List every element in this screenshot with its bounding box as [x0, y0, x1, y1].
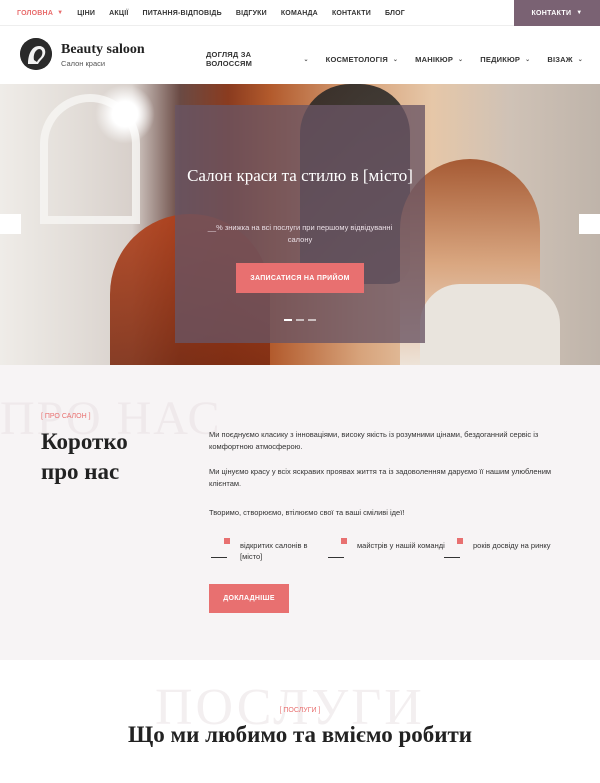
main-nav-item-makeup[interactable]: ВІЗАЖ ⌄ — [547, 50, 583, 68]
hero-title: Салон краси та стилю в [місто] — [187, 166, 413, 185]
stat-value-placeholder — [328, 557, 344, 558]
main-nav-item-hair-care[interactable]: ДОГЛЯД ЗА ВОЛОССЯМ ⌄ — [206, 50, 309, 68]
stat-marker — [341, 538, 347, 544]
services-section: ПОСЛУГИ [ ПОСЛУГИ ] Що ми любимо та вміє… — [0, 660, 600, 783]
top-nav-item-home[interactable]: ГОЛОВНА ▼ — [17, 10, 63, 17]
chevron-down-icon: ⌄ — [458, 56, 464, 63]
stat-label: років досвіду на ринку — [473, 541, 551, 550]
top-nav-item-team[interactable]: КОМАНДА — [281, 10, 318, 17]
services-heading: Що ми любимо та вміємо робити — [127, 722, 473, 747]
main-nav-label: ДОГЛЯД ЗА ВОЛОССЯМ — [206, 50, 253, 68]
main-nav-label: МАНІКЮР — [415, 54, 454, 64]
stat-label: відкритих салонів в [місто] — [240, 541, 308, 561]
hero-slider: Салон краси та стилю в [місто] __% знижк… — [0, 84, 600, 365]
top-nav-item-blog[interactable]: БЛОГ — [385, 10, 405, 17]
about-heading-line: Коротко — [41, 429, 128, 454]
main-nav: ДОГЛЯД ЗА ВОЛОССЯМ ⌄ КОСМЕТОЛОГІЯ ⌄ МАНІКЮ… — [206, 50, 600, 68]
about-paragraph: Творимо, створюємо, втілюємо свої та ваш… — [209, 508, 405, 517]
top-nav-item-faq[interactable]: ПИТАННЯ-ВІДПОВІДЬ — [143, 10, 222, 17]
contacts-button-label: КОНТАКТИ — [531, 9, 572, 17]
chevron-down-icon: ⌄ — [577, 56, 583, 63]
top-nav-label: ГОЛОВНА — [17, 9, 54, 17]
top-nav-label: КОНТАКТИ — [331, 9, 371, 17]
chevron-down-icon: ⌄ — [525, 56, 531, 63]
top-nav-label: ВІДГУКИ — [235, 9, 267, 17]
main-nav-label: КОСМЕТОЛОГІЯ — [325, 54, 388, 64]
top-nav-item-prices[interactable]: ЦІНИ — [77, 10, 95, 17]
stat-value-placeholder — [211, 557, 227, 558]
top-nav: ГОЛОВНА ▼ ЦІНИ АКЦІЇ ПИТАННЯ-ВІДПОВІДЬ ВІ… — [17, 0, 419, 26]
slider-next-arrow[interactable] — [579, 214, 600, 234]
site-header: Beauty saloon Салон краси ДОГЛЯД ЗА ВОЛО… — [0, 26, 600, 84]
top-nav-item-promotions[interactable]: АКЦІЇ — [109, 10, 128, 17]
services-tag: [ ПОСЛУГИ ] — [279, 707, 321, 714]
top-nav-label: ПИТАННЯ-ВІДПОВІДЬ — [142, 9, 222, 17]
chevron-down-icon: ▼ — [57, 10, 64, 16]
slider-prev-arrow[interactable] — [0, 214, 21, 234]
hero-photo-cape — [420, 284, 560, 365]
main-nav-item-pedicure[interactable]: ПЕДИКЮР ⌄ — [480, 50, 530, 68]
top-nav-label: КОМАНДА — [280, 9, 318, 17]
stat-marker — [224, 538, 230, 544]
top-nav-label: ЦІНИ — [77, 9, 96, 17]
stat-value-placeholder — [444, 557, 460, 558]
logo-subtitle: Салон краси — [61, 59, 106, 68]
contacts-dropdown-button[interactable]: КОНТАКТИ ▼ — [514, 0, 600, 26]
logo-title[interactable]: Beauty saloon — [61, 42, 145, 58]
more-details-button[interactable]: ДОКЛАДНІШЕ — [209, 584, 289, 613]
about-paragraph: Ми цінуємо красу у всіх яскравих проявах… — [209, 467, 552, 488]
chevron-down-icon: ▼ — [576, 10, 583, 16]
main-nav-item-manicure[interactable]: МАНІКЮР ⌄ — [415, 50, 463, 68]
about-paragraph: Ми поєднуємо класику з інноваціями, висо… — [209, 430, 539, 451]
stat-marker — [457, 538, 463, 544]
about-heading-line: про нас — [41, 459, 120, 484]
top-nav-item-contacts[interactable]: КОНТАКТИ — [332, 10, 371, 17]
book-appointment-button[interactable]: ЗАПИСАТИСЯ НА ПРИЙОМ — [236, 263, 364, 293]
top-nav-label: БЛОГ — [384, 9, 405, 17]
top-nav-label: АКЦІЇ — [109, 9, 129, 17]
about-tag: [ ПРО САЛОН ] — [41, 413, 91, 420]
main-nav-item-cosmetology[interactable]: КОСМЕТОЛОГІЯ ⌄ — [326, 50, 398, 68]
main-nav-label: ПЕДИКЮР — [480, 54, 521, 64]
slider-dot[interactable] — [296, 319, 304, 321]
top-nav-item-reviews[interactable]: ВІДГУКИ — [236, 10, 267, 17]
slider-dot[interactable] — [284, 319, 292, 321]
top-bar: ГОЛОВНА ▼ ЦІНИ АКЦІЇ ПИТАННЯ-ВІДПОВІДЬ ВІ… — [0, 0, 600, 26]
about-section: ПРО НАС [ ПРО САЛОН ] Коротко про нас Ми… — [0, 365, 600, 660]
hero-description: __% знижка на всі послуги при першому ві… — [207, 223, 393, 244]
logo-woman-profile-icon[interactable] — [20, 38, 52, 70]
hero-overlay-card: Салон краси та стилю в [місто] __% знижк… — [175, 105, 425, 343]
about-heading: Коротко про нас — [41, 427, 128, 487]
hero-photo-light — [95, 84, 155, 144]
slider-dots — [284, 319, 316, 321]
chevron-down-icon: ⌄ — [392, 56, 399, 63]
stat-label: майстрів у нашій команді — [357, 541, 445, 550]
chevron-down-icon: ⌄ — [303, 56, 309, 63]
main-nav-label: ВІЗАЖ — [547, 54, 573, 64]
slider-dot[interactable] — [308, 319, 316, 321]
